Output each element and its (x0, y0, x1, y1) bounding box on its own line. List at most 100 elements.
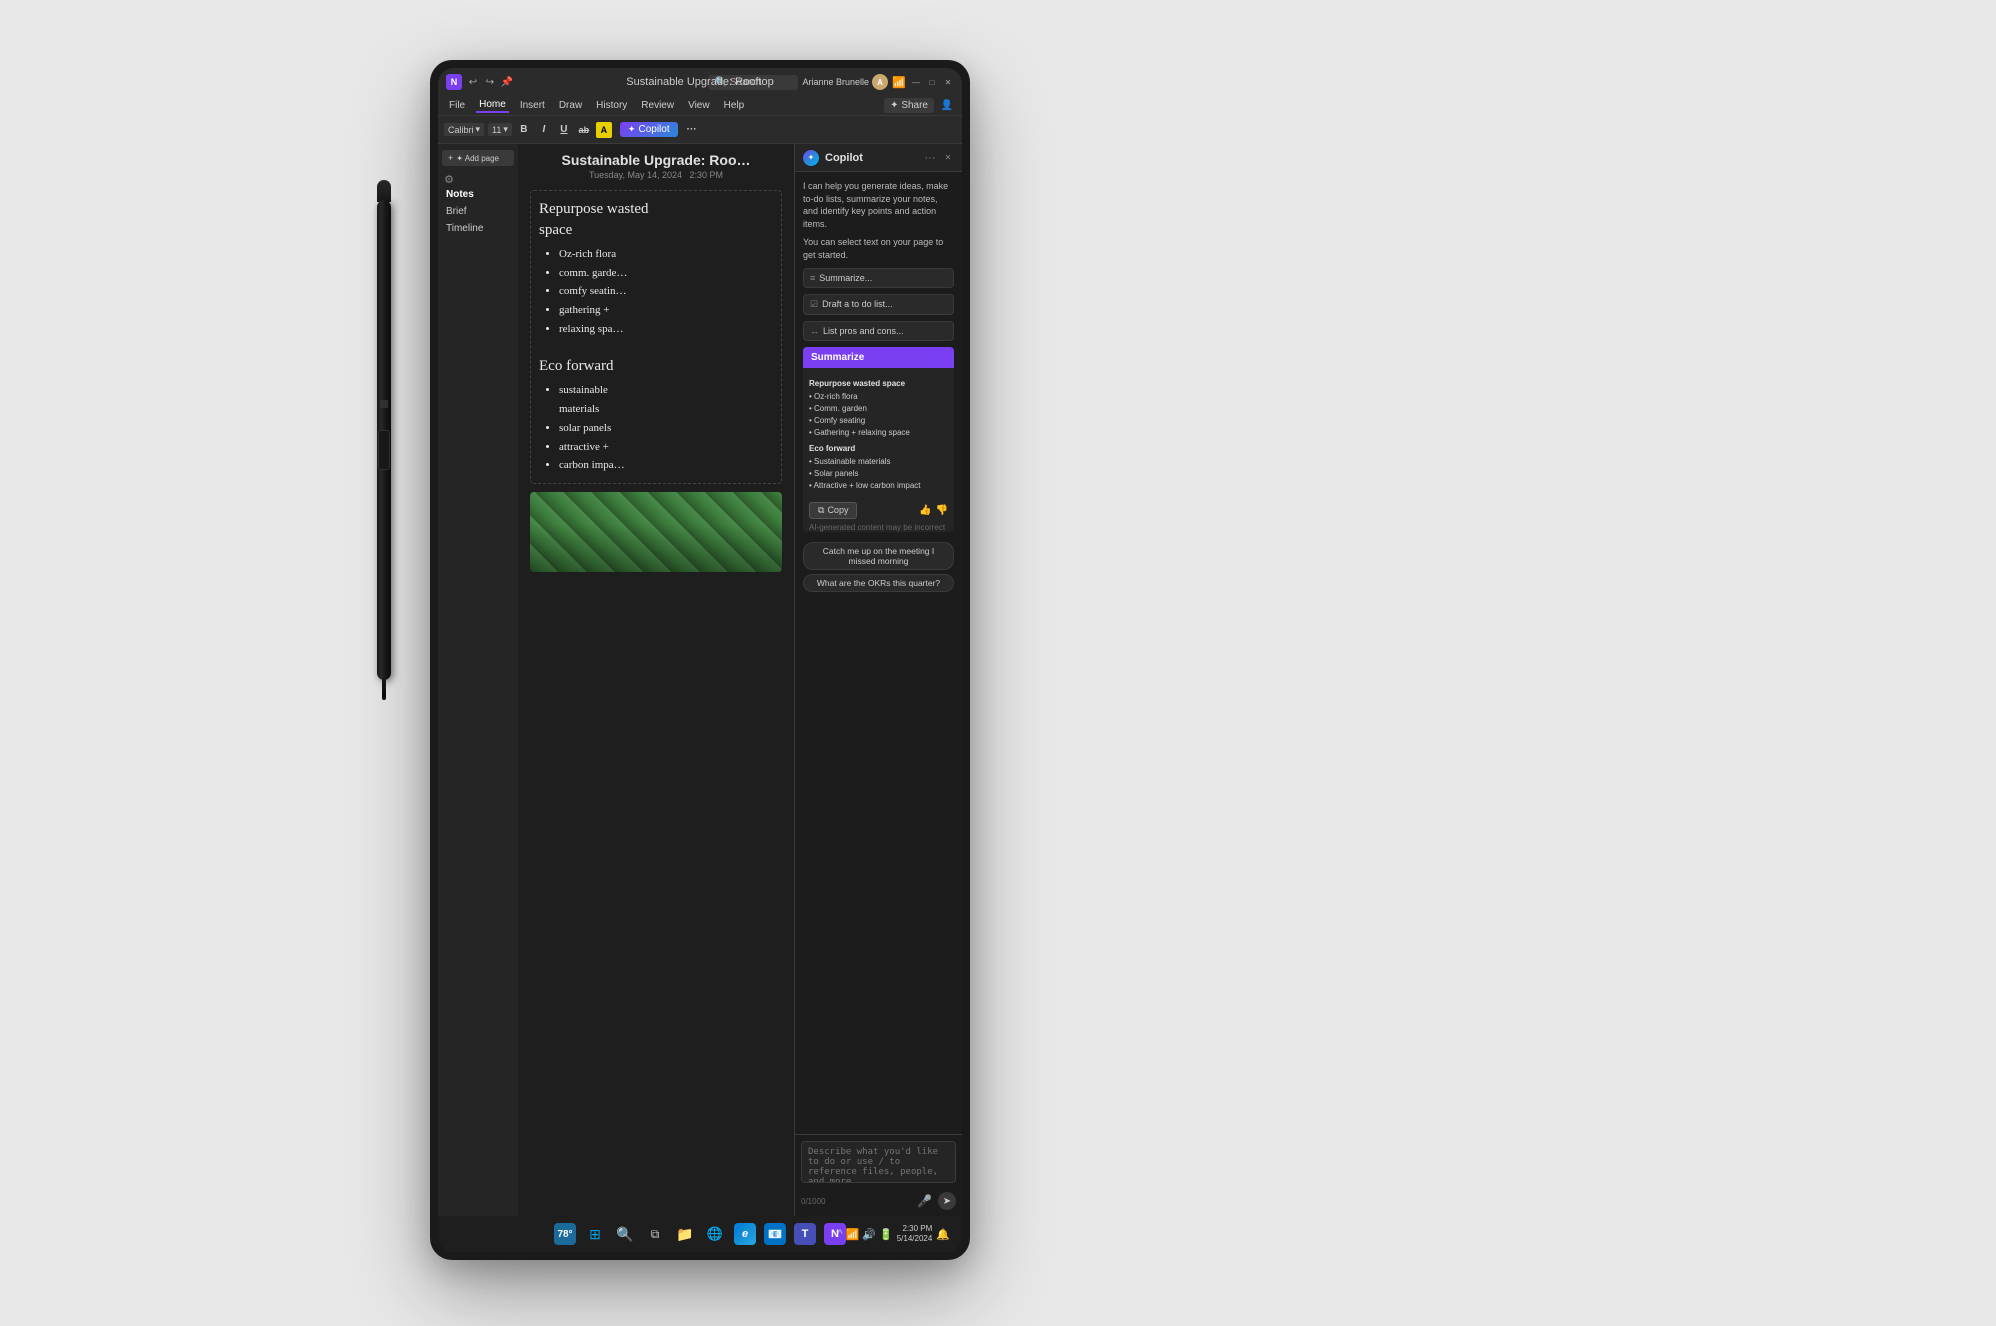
bullet-7: solar panels (559, 419, 773, 438)
onenote-app-icon: N (446, 74, 462, 90)
menu-history[interactable]: History (593, 99, 630, 112)
strikethrough-button[interactable]: ab (576, 122, 592, 138)
prompt-chip-1[interactable]: Catch me up on the meeting I missed morn… (803, 542, 954, 570)
undo-icon[interactable]: ↩ (466, 75, 480, 89)
copy-button[interactable]: ⧉ Copy (809, 502, 857, 519)
summarize-icon: ≡ (810, 273, 815, 283)
suggestion-summarize[interactable]: ≡ Summarize... (803, 268, 954, 288)
menu-help[interactable]: Help (721, 99, 748, 112)
bold-button[interactable]: B (516, 122, 532, 138)
taskbar: 78° ⊞ 🔍 ⧉ 📁 🌐 e 📧 T N ^ 📶 🔊 🔋 (438, 1216, 962, 1252)
copilot-textarea[interactable] (801, 1141, 956, 1183)
minimize-button[interactable]: — (910, 76, 922, 88)
summarize-active-button[interactable]: Summarize (803, 347, 954, 368)
thumbs-down-icon[interactable]: 👎 (936, 505, 948, 516)
note-body[interactable]: Repurpose wastedspace Oz-rich flora comm… (518, 184, 794, 1216)
copilot-panel: ✦ Copilot ··· ✕ I can help you generate … (794, 144, 962, 1216)
copilot-close-button[interactable]: ✕ (942, 152, 954, 164)
summary-bullet6: • Solar panels (809, 468, 948, 480)
taskbar-windows-button[interactable]: ⊞ (584, 1223, 606, 1245)
italic-button[interactable]: I (536, 122, 552, 138)
suggestion-summarize-label: Summarize... (819, 273, 872, 283)
font-size: 11 (492, 125, 501, 135)
bullet-2: comm. garde… (559, 264, 773, 283)
close-button[interactable]: ✕ (942, 76, 954, 88)
taskbar-browser[interactable]: 🌐 (704, 1223, 726, 1245)
font-selector[interactable]: Calibri ▾ (444, 123, 484, 136)
menu-home[interactable]: Home (476, 98, 509, 113)
pin-icon[interactable]: 📌 (500, 75, 514, 89)
window-title: Sustainable Upgrade: Rooftop (626, 76, 773, 88)
ai-disclaimer: AI-generated content may be incorrect (803, 523, 954, 532)
todo-icon: ☑ (810, 299, 818, 310)
menu-view[interactable]: View (685, 99, 713, 112)
taskbar-edge[interactable]: e (734, 1223, 756, 1245)
sidebar-options-icon[interactable]: ⚙ (442, 172, 456, 186)
taskbar-date-text: 5/14/2024 (897, 1234, 933, 1244)
copilot-body: I can help you generate ideas, make to-d… (795, 172, 962, 1134)
sidebar-item-timeline[interactable]: Timeline (442, 220, 514, 237)
battery-icon[interactable]: 🔋 (879, 1228, 893, 1241)
more-ribbon-options[interactable]: ··· (684, 122, 700, 138)
dropdown-icon: ▾ (476, 124, 481, 135)
summary-bullet4: • Gathering + relaxing space (809, 427, 948, 439)
mic-icon[interactable]: 🎤 (917, 1194, 932, 1208)
note-time: 2:30 PM (690, 170, 724, 180)
summary-content: Repurpose wasted space • Oz-rich flora •… (803, 368, 954, 498)
window-controls: — □ ✕ (910, 76, 954, 88)
menu-insert[interactable]: Insert (517, 99, 548, 112)
summary-bullet5: • Sustainable materials (809, 456, 948, 468)
taskbar-weather[interactable]: 78° (554, 1223, 576, 1245)
prompt-chips: Catch me up on the meeting I missed morn… (803, 542, 954, 592)
menu-review[interactable]: Review (638, 99, 677, 112)
copy-row: ⧉ Copy 👍 👎 (803, 498, 954, 523)
network-icon[interactable]: 📶 (846, 1228, 860, 1241)
pen-logo (380, 400, 388, 408)
highlight-button[interactable]: A (596, 122, 612, 138)
sidebar-item-notes[interactable]: Notes (442, 186, 514, 203)
scene: N ↩ ↪ 📌 Sustainable Upgrade: Rooftop 🔍 S… (0, 0, 1996, 1326)
copilot-more-button[interactable]: ··· (924, 152, 936, 164)
char-count: 0/1000 (801, 1197, 825, 1206)
handwritten-note-box: Repurpose wastedspace Oz-rich flora comm… (530, 190, 782, 484)
copilot-sub-text: You can select text on your page to get … (803, 236, 954, 261)
thumbs-up-icon[interactable]: 👍 (919, 505, 931, 516)
copilot-ribbon-button[interactable]: ✦ Copilot (620, 122, 678, 137)
suggestion-pros-cons[interactable]: ↔ List pros and cons... (803, 321, 954, 341)
bullet-3: comfy seatin… (559, 282, 773, 301)
menu-file[interactable]: File (446, 99, 468, 112)
main-content: + ✦ Add page ⚙ Notes Brief Timeline Sust… (438, 144, 962, 1216)
add-page-button[interactable]: + ✦ Add page (442, 150, 514, 166)
summarize-result: Summarize Repurpose wasted space • Oz-ri… (803, 347, 954, 532)
volume-icon[interactable]: 🔊 (862, 1228, 876, 1241)
taskbar-right: ^ 📶 🔊 🔋 2:30 PM 5/14/2024 🔔 (837, 1224, 950, 1245)
taskbar-task-view[interactable]: ⧉ (644, 1223, 666, 1245)
taskbar-teams[interactable]: T (794, 1223, 816, 1245)
notification-icon[interactable]: 🔔 (936, 1228, 950, 1241)
share-button[interactable]: ✦ Share (884, 98, 934, 113)
menu-draw[interactable]: Draw (556, 99, 585, 112)
copilot-star-icon: ✦ (628, 124, 636, 135)
sidebar-item-brief[interactable]: Brief (442, 203, 514, 220)
profile-icon[interactable]: 👤 (940, 99, 954, 113)
taskbar-file-explorer[interactable]: 📁 (674, 1223, 696, 1245)
avatar: A (872, 74, 888, 90)
surface-pen (370, 180, 398, 700)
taskbar-outlook[interactable]: 📧 (764, 1223, 786, 1245)
copilot-header: ✦ Copilot ··· ✕ (795, 144, 962, 172)
suggestion-todo-label: Draft a to do list... (822, 299, 893, 309)
underline-button[interactable]: U (556, 122, 572, 138)
taskbar-search-icon[interactable]: 🔍 (614, 1223, 636, 1245)
prompt-chip-2[interactable]: What are the OKRs this quarter? (803, 574, 954, 592)
caret-icon[interactable]: ^ (837, 1228, 842, 1241)
bullet-4: gathering + (559, 301, 773, 320)
bullet-9: carbon impa… (559, 456, 773, 475)
font-size-selector[interactable]: 11 ▾ (488, 123, 512, 136)
redo-icon[interactable]: ↪ (483, 75, 497, 89)
copilot-panel-title: Copilot (825, 152, 918, 164)
taskbar-datetime[interactable]: 2:30 PM 5/14/2024 (897, 1224, 933, 1245)
copilot-input-area: 0/1000 🎤 ➤ (795, 1134, 962, 1216)
suggestion-todo[interactable]: ☑ Draft a to do list... (803, 294, 954, 315)
send-button[interactable]: ➤ (938, 1192, 956, 1210)
maximize-button[interactable]: □ (926, 76, 938, 88)
